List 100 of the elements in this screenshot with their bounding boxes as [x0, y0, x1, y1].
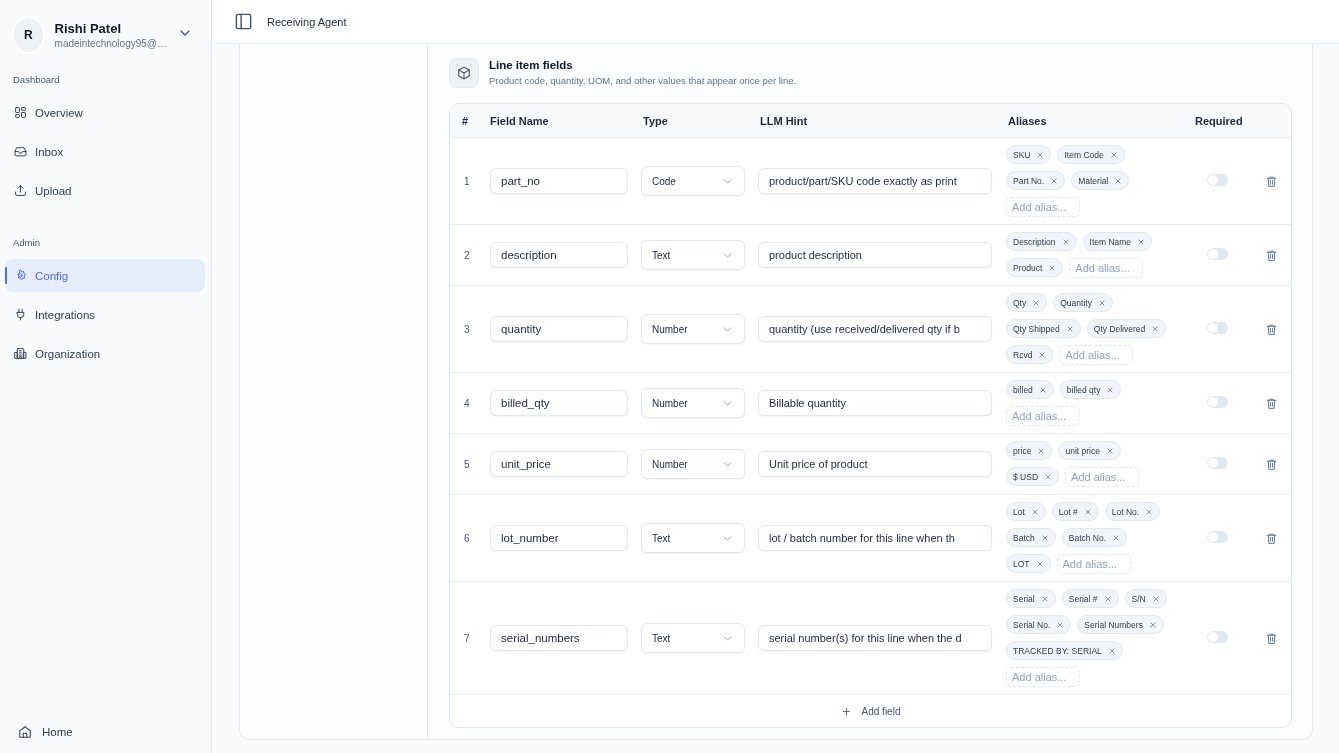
remove-alias-button[interactable]: [1097, 298, 1106, 307]
alias-input[interactable]: Add alias...: [1059, 345, 1134, 365]
delete-button[interactable]: [1265, 631, 1278, 645]
remove-alias-button[interactable]: [1050, 176, 1059, 185]
trash-icon: [1265, 396, 1278, 410]
home-link[interactable]: Home: [5, 725, 205, 739]
field-name-input[interactable]: billed_qty: [490, 390, 628, 416]
required-toggle[interactable]: [1207, 248, 1228, 260]
sidebar-toggle-button[interactable]: [234, 12, 253, 31]
close-icon: [1040, 594, 1049, 603]
remove-alias-button[interactable]: [1148, 620, 1157, 629]
field-name-input[interactable]: description: [490, 242, 628, 268]
type-select[interactable]: Text: [641, 240, 745, 270]
hint-input[interactable]: Billable quantity: [758, 390, 992, 416]
type-select[interactable]: Text: [641, 623, 745, 653]
remove-alias-button[interactable]: [1038, 385, 1047, 394]
type-select[interactable]: Text: [641, 523, 745, 553]
alias-input[interactable]: Add alias...: [1065, 467, 1140, 487]
remove-alias-button[interactable]: [1112, 533, 1121, 542]
alias-tag: Quantity: [1053, 293, 1113, 312]
field-name-input[interactable]: part_no: [490, 168, 628, 194]
sidebar-item[interactable]: Inbox: [5, 135, 205, 168]
required-toggle[interactable]: [1207, 174, 1228, 186]
close-icon: [1056, 620, 1065, 629]
close-icon: [1105, 446, 1114, 455]
remove-alias-button[interactable]: [1107, 646, 1116, 655]
remove-alias-button[interactable]: [1056, 620, 1065, 629]
sidebar-item[interactable]: Organization: [5, 337, 205, 370]
hint-input[interactable]: quantity (use received/delivered qty if b: [758, 316, 992, 342]
remove-alias-button[interactable]: [1151, 594, 1160, 603]
close-icon: [1107, 646, 1116, 655]
required-toggle[interactable]: [1207, 631, 1228, 643]
field-name-input[interactable]: lot_number: [490, 525, 628, 551]
required-toggle[interactable]: [1207, 531, 1228, 543]
remove-alias-button[interactable]: [1065, 324, 1074, 333]
remove-alias-button[interactable]: [1083, 507, 1092, 516]
hint-input[interactable]: product description: [758, 242, 992, 268]
required-toggle[interactable]: [1207, 396, 1228, 408]
type-select[interactable]: Number: [641, 388, 745, 418]
remove-alias-button[interactable]: [1137, 237, 1146, 246]
delete-button[interactable]: [1265, 457, 1278, 471]
sidebar-item[interactable]: Integrations: [5, 298, 205, 331]
close-icon: [1065, 324, 1074, 333]
column-header: Required: [1194, 114, 1244, 127]
user-email: madeintechnology95@…: [54, 38, 167, 49]
sidebar-item[interactable]: Upload: [5, 174, 205, 207]
delete-button[interactable]: [1265, 248, 1278, 262]
alias-input[interactable]: Add alias...: [1006, 406, 1080, 426]
remove-alias-button[interactable]: [1106, 385, 1115, 394]
alias-tag: unit price: [1058, 441, 1121, 460]
close-icon: [1109, 150, 1118, 159]
hint-input[interactable]: serial number(s) for this line when the d: [758, 625, 992, 651]
alias-input[interactable]: Add alias...: [1006, 667, 1080, 687]
remove-alias-button[interactable]: [1040, 594, 1049, 603]
type-select[interactable]: Number: [641, 314, 745, 344]
remove-alias-button[interactable]: [1040, 533, 1049, 542]
field-name-input[interactable]: serial_numbers: [490, 625, 628, 651]
hint-input[interactable]: Unit price of product: [758, 451, 992, 477]
alias-tag: Rcvd: [1006, 345, 1054, 364]
remove-alias-button[interactable]: [1103, 594, 1112, 603]
remove-alias-button[interactable]: [1035, 559, 1044, 568]
required-toggle[interactable]: [1207, 457, 1228, 469]
sidebar-item[interactable]: Config: [5, 259, 205, 292]
required-toggle[interactable]: [1207, 322, 1228, 334]
remove-alias-button[interactable]: [1105, 446, 1114, 455]
field-name-input[interactable]: quantity: [490, 316, 628, 342]
close-icon: [1103, 594, 1112, 603]
user-avatar: R: [12, 16, 45, 54]
type-select[interactable]: Number: [641, 449, 745, 479]
delete-button[interactable]: [1265, 174, 1278, 188]
remove-alias-button[interactable]: [1030, 507, 1039, 516]
remove-alias-button[interactable]: [1061, 237, 1070, 246]
type-select[interactable]: Code: [641, 166, 745, 196]
remove-alias-button[interactable]: [1044, 472, 1053, 481]
sidebar-item[interactable]: Overview: [5, 96, 205, 129]
alias-input[interactable]: Add alias...: [1056, 554, 1131, 574]
remove-alias-button[interactable]: [1036, 150, 1045, 159]
hint-input[interactable]: lot / batch number for this line when th: [758, 525, 992, 551]
remove-alias-button[interactable]: [1037, 446, 1046, 455]
remove-alias-button[interactable]: [1151, 324, 1160, 333]
close-icon: [1112, 533, 1121, 542]
delete-button[interactable]: [1265, 531, 1278, 545]
remove-alias-button[interactable]: [1032, 298, 1041, 307]
delete-button[interactable]: [1265, 322, 1278, 336]
add-field-button[interactable]: Add field: [840, 705, 901, 717]
field-name-input[interactable]: unit_price: [490, 451, 628, 477]
trash-icon: [1265, 631, 1278, 645]
delete-button[interactable]: [1265, 396, 1278, 410]
alias-input[interactable]: Add alias...: [1069, 258, 1144, 278]
hint-input[interactable]: product/part/SKU code exactly as print: [758, 168, 992, 194]
remove-alias-button[interactable]: [1048, 263, 1057, 272]
remove-alias-button[interactable]: [1038, 350, 1047, 359]
alias-input[interactable]: Add alias...: [1006, 197, 1080, 217]
remove-alias-button[interactable]: [1114, 176, 1123, 185]
column-header: Field Name: [489, 114, 550, 127]
remove-alias-button[interactable]: [1145, 507, 1154, 516]
remove-alias-button[interactable]: [1109, 150, 1118, 159]
user-name: Rishi Patel: [54, 21, 122, 36]
house-icon: [18, 725, 32, 739]
inbox-icon: [14, 145, 27, 158]
